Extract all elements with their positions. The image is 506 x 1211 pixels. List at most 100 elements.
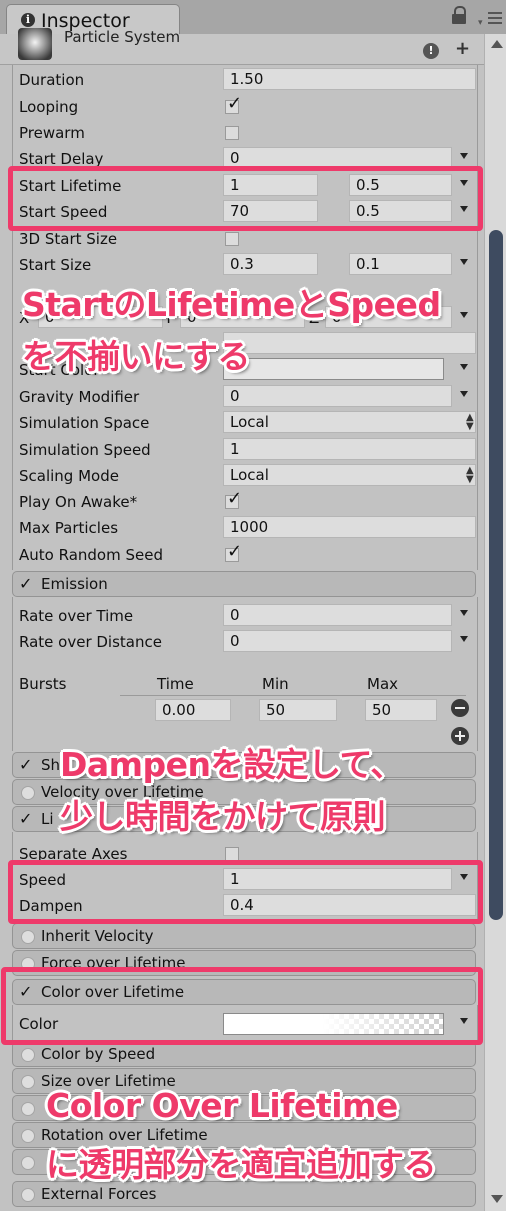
start-size-label: Start Size [19,256,92,274]
scrollbar[interactable] [484,34,506,1211]
start-size-max-field[interactable]: 0.1 [349,253,452,275]
highlight-start-lifetime-speed [8,166,483,231]
module-toggle[interactable] [21,1156,35,1170]
particle-system-header[interactable]: Particle System ! + [0,28,484,65]
simulation-space-select[interactable]: Local [223,411,476,433]
module-toggle[interactable] [21,1129,35,1143]
updown-arrows-icon: ▲ ▼ [466,412,474,432]
bursts-header-min: Min [262,675,289,693]
looping-checkbox[interactable]: ✓ [225,93,242,114]
checkmark-icon: ✓ [227,488,243,509]
checkmark-icon[interactable]: ✓ [19,757,32,773]
looping-label: Looping [19,98,79,116]
shape-title: Sh [41,756,61,774]
scroll-down-arrow-icon[interactable] [491,1195,503,1203]
updown-arrows-icon: ▲ ▼ [466,465,474,485]
hidden-field[interactable] [223,332,476,354]
highlight-color-over-lifetime [1,967,483,1045]
play-on-awake-checkbox[interactable]: ✓ [225,488,242,509]
auto-random-seed-row: Auto Random Seed ✓ [14,541,476,567]
particle-system-icon [18,28,52,60]
simulation-speed-row: Simulation Speed 1 [14,438,476,462]
bursts-table-header: Time Min Max [120,675,466,696]
inherit-velocity-title: Inherit Velocity [41,927,154,945]
scroll-up-arrow-icon[interactable] [491,40,503,48]
rate-over-time-label: Rate over Time [19,607,134,625]
duration-label: Duration [19,71,85,89]
prewarm-checkbox[interactable] [225,126,239,140]
module-toggle[interactable] [21,1102,35,1116]
highlight-speed-dampen [8,860,483,924]
add-icon[interactable]: + [455,38,470,59]
max-particles-row: Max Particles 1000 [14,516,476,540]
dropdown-arrow-icon[interactable] [460,364,468,370]
simulation-space-row: Simulation Space Local ▲ ▼ [14,411,476,435]
module-toggle[interactable] [21,1188,35,1202]
emission-title: Emission [41,575,108,593]
max-particles-label: Max Particles [19,519,119,537]
scaling-mode-select[interactable]: Local [223,464,476,486]
annotation-2-line-2: 少し時間をかけて原則 [60,797,386,836]
separate-axes-checkbox[interactable] [225,847,239,861]
dropdown-arrow-icon[interactable]: ▾ [478,18,483,28]
annotation-1-line-1: StartのLifetimeとSpeed [22,285,441,324]
module-toggle[interactable] [21,1048,35,1062]
dropdown-arrow-icon[interactable] [460,312,468,318]
menu-icon[interactable] [488,12,502,24]
bursts-max-field[interactable]: 50 [365,699,437,721]
bursts-min-field[interactable]: 50 [259,699,337,721]
annotation-2-line-1: Dampenを設定して、 [60,745,403,784]
inherit-velocity-module-header[interactable]: Inherit Velocity [12,923,476,949]
component-title: Particle System [64,28,181,46]
scrollbar-thumb[interactable] [489,230,503,920]
module-toggle[interactable] [21,786,35,800]
start-size-min-field[interactable]: 0.3 [223,253,318,275]
start-size-row: Start Size 0.3 0.1 [14,253,476,277]
looping-row: Looping ✓ [14,93,476,119]
checkmark-icon: ✓ [227,541,243,562]
rate-over-distance-field[interactable]: 0 [223,630,452,652]
gravity-modifier-label: Gravity Modifier [19,388,140,406]
help-icon[interactable]: ! [423,43,439,59]
module-toggle[interactable] [21,930,35,944]
add-burst-icon[interactable] [451,727,469,745]
dropdown-arrow-icon[interactable] [460,391,468,397]
bursts-header-max: Max [367,675,399,693]
3d-start-size-checkbox[interactable] [225,232,239,246]
rate-over-time-field[interactable]: 0 [223,604,452,626]
annotation-3-line-2: に透明部分を適宜追加する [46,1145,437,1184]
start-color-swatch[interactable] [223,358,444,380]
gravity-modifier-field[interactable]: 0 [223,385,452,407]
emission-module-header[interactable]: ✓ Emission [12,571,476,597]
annotation-3-line-1: Color Over Lifetime [46,1086,398,1125]
dropdown-arrow-icon[interactable] [460,153,468,159]
dropdown-arrow-icon[interactable] [460,636,468,642]
simulation-speed-label: Simulation Speed [19,441,151,459]
simulation-space-label: Simulation Space [19,414,150,432]
simulation-speed-field[interactable]: 1 [223,438,476,460]
checkmark-icon[interactable]: ✓ [19,576,32,592]
auto-random-seed-checkbox[interactable]: ✓ [225,541,242,562]
bursts-time-field[interactable]: 0.00 [155,699,231,721]
scaling-mode-row: Scaling Mode Local ▲ ▼ [14,464,476,488]
auto-random-seed-label: Auto Random Seed [19,546,163,564]
bursts-label: Bursts [19,675,67,693]
bursts-header-time: Time [157,675,194,693]
dropdown-arrow-icon[interactable] [460,259,468,265]
duration-row: Duration 1.50 [14,68,476,92]
info-icon: i [21,13,35,27]
play-on-awake-row: Play On Awake* ✓ [14,488,476,514]
remove-burst-icon[interactable] [451,699,469,717]
module-toggle[interactable] [21,1075,35,1089]
external-forces-title: External Forces [41,1185,157,1203]
dropdown-arrow-icon[interactable] [460,610,468,616]
checkmark-icon[interactable]: ✓ [19,811,32,827]
color-by-speed-title: Color by Speed [41,1045,156,1063]
prewarm-label: Prewarm [19,124,85,142]
max-particles-field[interactable]: 1000 [223,516,476,538]
duration-field[interactable]: 1.50 [223,68,476,90]
lock-icon[interactable] [452,6,466,24]
rate-over-distance-row: Rate over Distance 0 [14,630,476,654]
3d-start-size-label: 3D Start Size [19,230,118,248]
rate-over-time-row: Rate over Time 0 [14,604,476,628]
